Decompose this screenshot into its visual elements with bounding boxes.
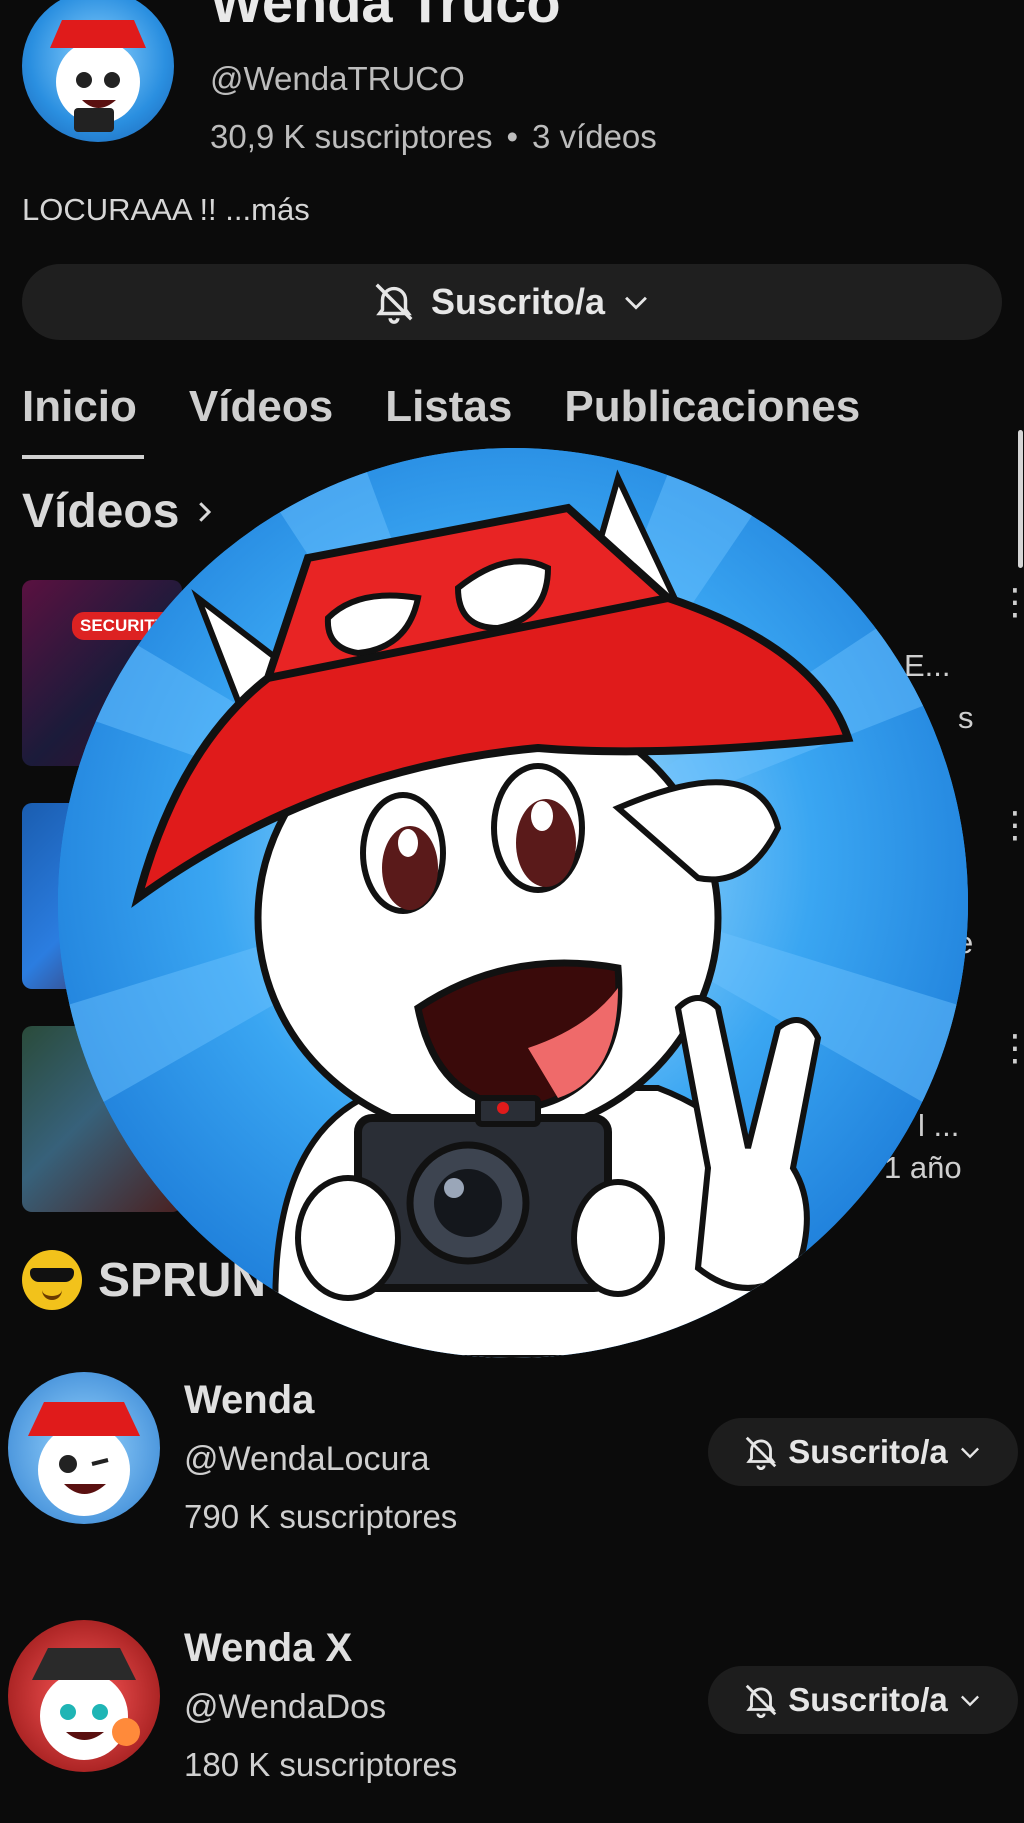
- channel-avatar[interactable]: [8, 1372, 160, 1524]
- bell-off-icon: [745, 1684, 777, 1718]
- channel-handle: @WendaLocura: [184, 1440, 430, 1478]
- tab-videos[interactable]: Vídeos: [189, 382, 333, 432]
- videos-section-title: Vídeos: [22, 485, 180, 538]
- channel-description[interactable]: LOCURAAA !! ...más: [22, 192, 310, 228]
- bell-off-icon: [745, 1436, 777, 1470]
- channel-title: Wenda Truco: [210, 0, 561, 34]
- chevron-down-icon: [960, 1447, 979, 1459]
- video-title[interactable]: E...: [904, 648, 951, 684]
- channel-subscribers: 790 K suscriptores: [184, 1498, 458, 1535]
- subscribe-label: Suscrito/a: [788, 1433, 948, 1470]
- enlarged-profile-picture[interactable]: [58, 448, 968, 1358]
- video-meta: 1 año: [884, 1150, 962, 1185]
- active-tab-indicator: [22, 455, 144, 459]
- separator: •: [506, 118, 519, 155]
- channel-name[interactable]: Wenda: [184, 1378, 314, 1423]
- channel-avatar[interactable]: [22, 0, 174, 142]
- channel-subscribers: 180 K suscriptores: [184, 1746, 458, 1783]
- subscribe-button[interactable]: Suscrito/a: [708, 1418, 1018, 1486]
- video-title[interactable]: l ...: [918, 1108, 959, 1144]
- sunglasses-emoji-icon: [22, 1250, 82, 1310]
- channel-stats: 30,9 K suscriptores • 3 vídeos: [210, 118, 657, 156]
- subscribe-label: Suscrito/a: [430, 281, 606, 322]
- channel-tabs: Inicio Vídeos Listas Publicaciones: [22, 382, 860, 432]
- cartoon-character-image: [58, 448, 968, 1358]
- subscribe-button[interactable]: Suscrito/a: [708, 1666, 1018, 1734]
- chevron-right-icon: [199, 501, 212, 522]
- scrollbar[interactable]: [1018, 430, 1023, 568]
- channel-avatar[interactable]: [8, 1620, 160, 1772]
- video-count: 3 vídeos: [532, 118, 657, 155]
- tab-listas[interactable]: Listas: [385, 382, 512, 432]
- more-vert-icon[interactable]: ⋮: [997, 1028, 1024, 1068]
- bell-off-icon: [375, 283, 413, 324]
- more-vert-icon[interactable]: ⋮: [997, 582, 1024, 622]
- videos-section-header[interactable]: Vídeos: [22, 484, 219, 539]
- channel-name[interactable]: Wenda X: [184, 1626, 352, 1671]
- chevron-down-icon: [625, 296, 647, 310]
- chevron-down-icon: [960, 1695, 979, 1707]
- subscribe-label: Suscrito/a: [788, 1681, 948, 1718]
- channel-handle: @WendaTRUCO: [210, 60, 465, 97]
- subscribe-button[interactable]: Suscrito/a: [22, 264, 1002, 340]
- tab-inicio[interactable]: Inicio: [22, 382, 137, 432]
- tab-publicaciones[interactable]: Publicaciones: [564, 382, 860, 432]
- more-vert-icon[interactable]: ⋮: [997, 805, 1024, 845]
- video-meta: s: [958, 700, 974, 735]
- subscriber-count: 30,9 K suscriptores: [210, 118, 493, 155]
- channel-handle: @WendaDos: [184, 1688, 387, 1726]
